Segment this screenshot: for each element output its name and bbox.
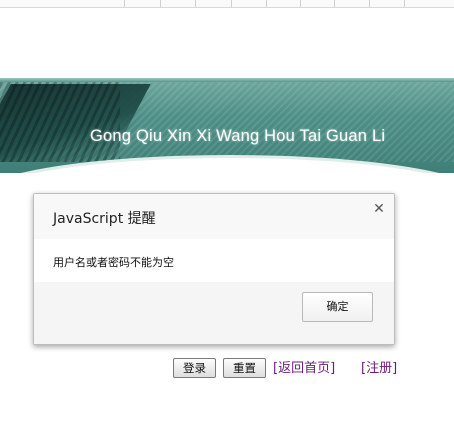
dialog-title: JavaScript 提醒 bbox=[53, 211, 156, 227]
reset-button[interactable]: 重置 bbox=[223, 358, 266, 378]
grid-divider bbox=[231, 0, 232, 7]
register-link[interactable]: [注册] bbox=[361, 357, 397, 376]
grid-divider bbox=[124, 0, 125, 7]
close-icon[interactable]: ✕ bbox=[372, 202, 386, 216]
grid-divider bbox=[404, 0, 405, 7]
dialog-message: 用户名或者密码不能为空 bbox=[53, 256, 174, 269]
dialog-footer: 确定 bbox=[34, 282, 394, 344]
header-banner: Gong Qiu Xin Xi Wang Hou Tai Guan Li bbox=[0, 78, 454, 173]
login-button[interactable]: 登录 bbox=[173, 358, 216, 378]
top-grid-strip bbox=[0, 0, 454, 8]
banner-title: Gong Qiu Xin Xi Wang Hou Tai Guan Li bbox=[90, 127, 386, 145]
grid-divider bbox=[300, 0, 301, 7]
banner-shade bbox=[0, 82, 120, 162]
grid-divider bbox=[195, 0, 196, 7]
ok-button[interactable]: 确定 bbox=[302, 292, 373, 322]
grid-divider bbox=[160, 0, 161, 7]
grid-divider bbox=[334, 0, 335, 7]
alert-dialog: JavaScript 提醒 ✕ 用户名或者密码不能为空 确定 bbox=[33, 193, 395, 345]
dialog-body: 用户名或者密码不能为空 bbox=[34, 239, 394, 279]
grid-divider bbox=[369, 0, 370, 7]
grid-divider bbox=[266, 0, 267, 7]
home-link[interactable]: [返回首页] bbox=[273, 357, 335, 376]
